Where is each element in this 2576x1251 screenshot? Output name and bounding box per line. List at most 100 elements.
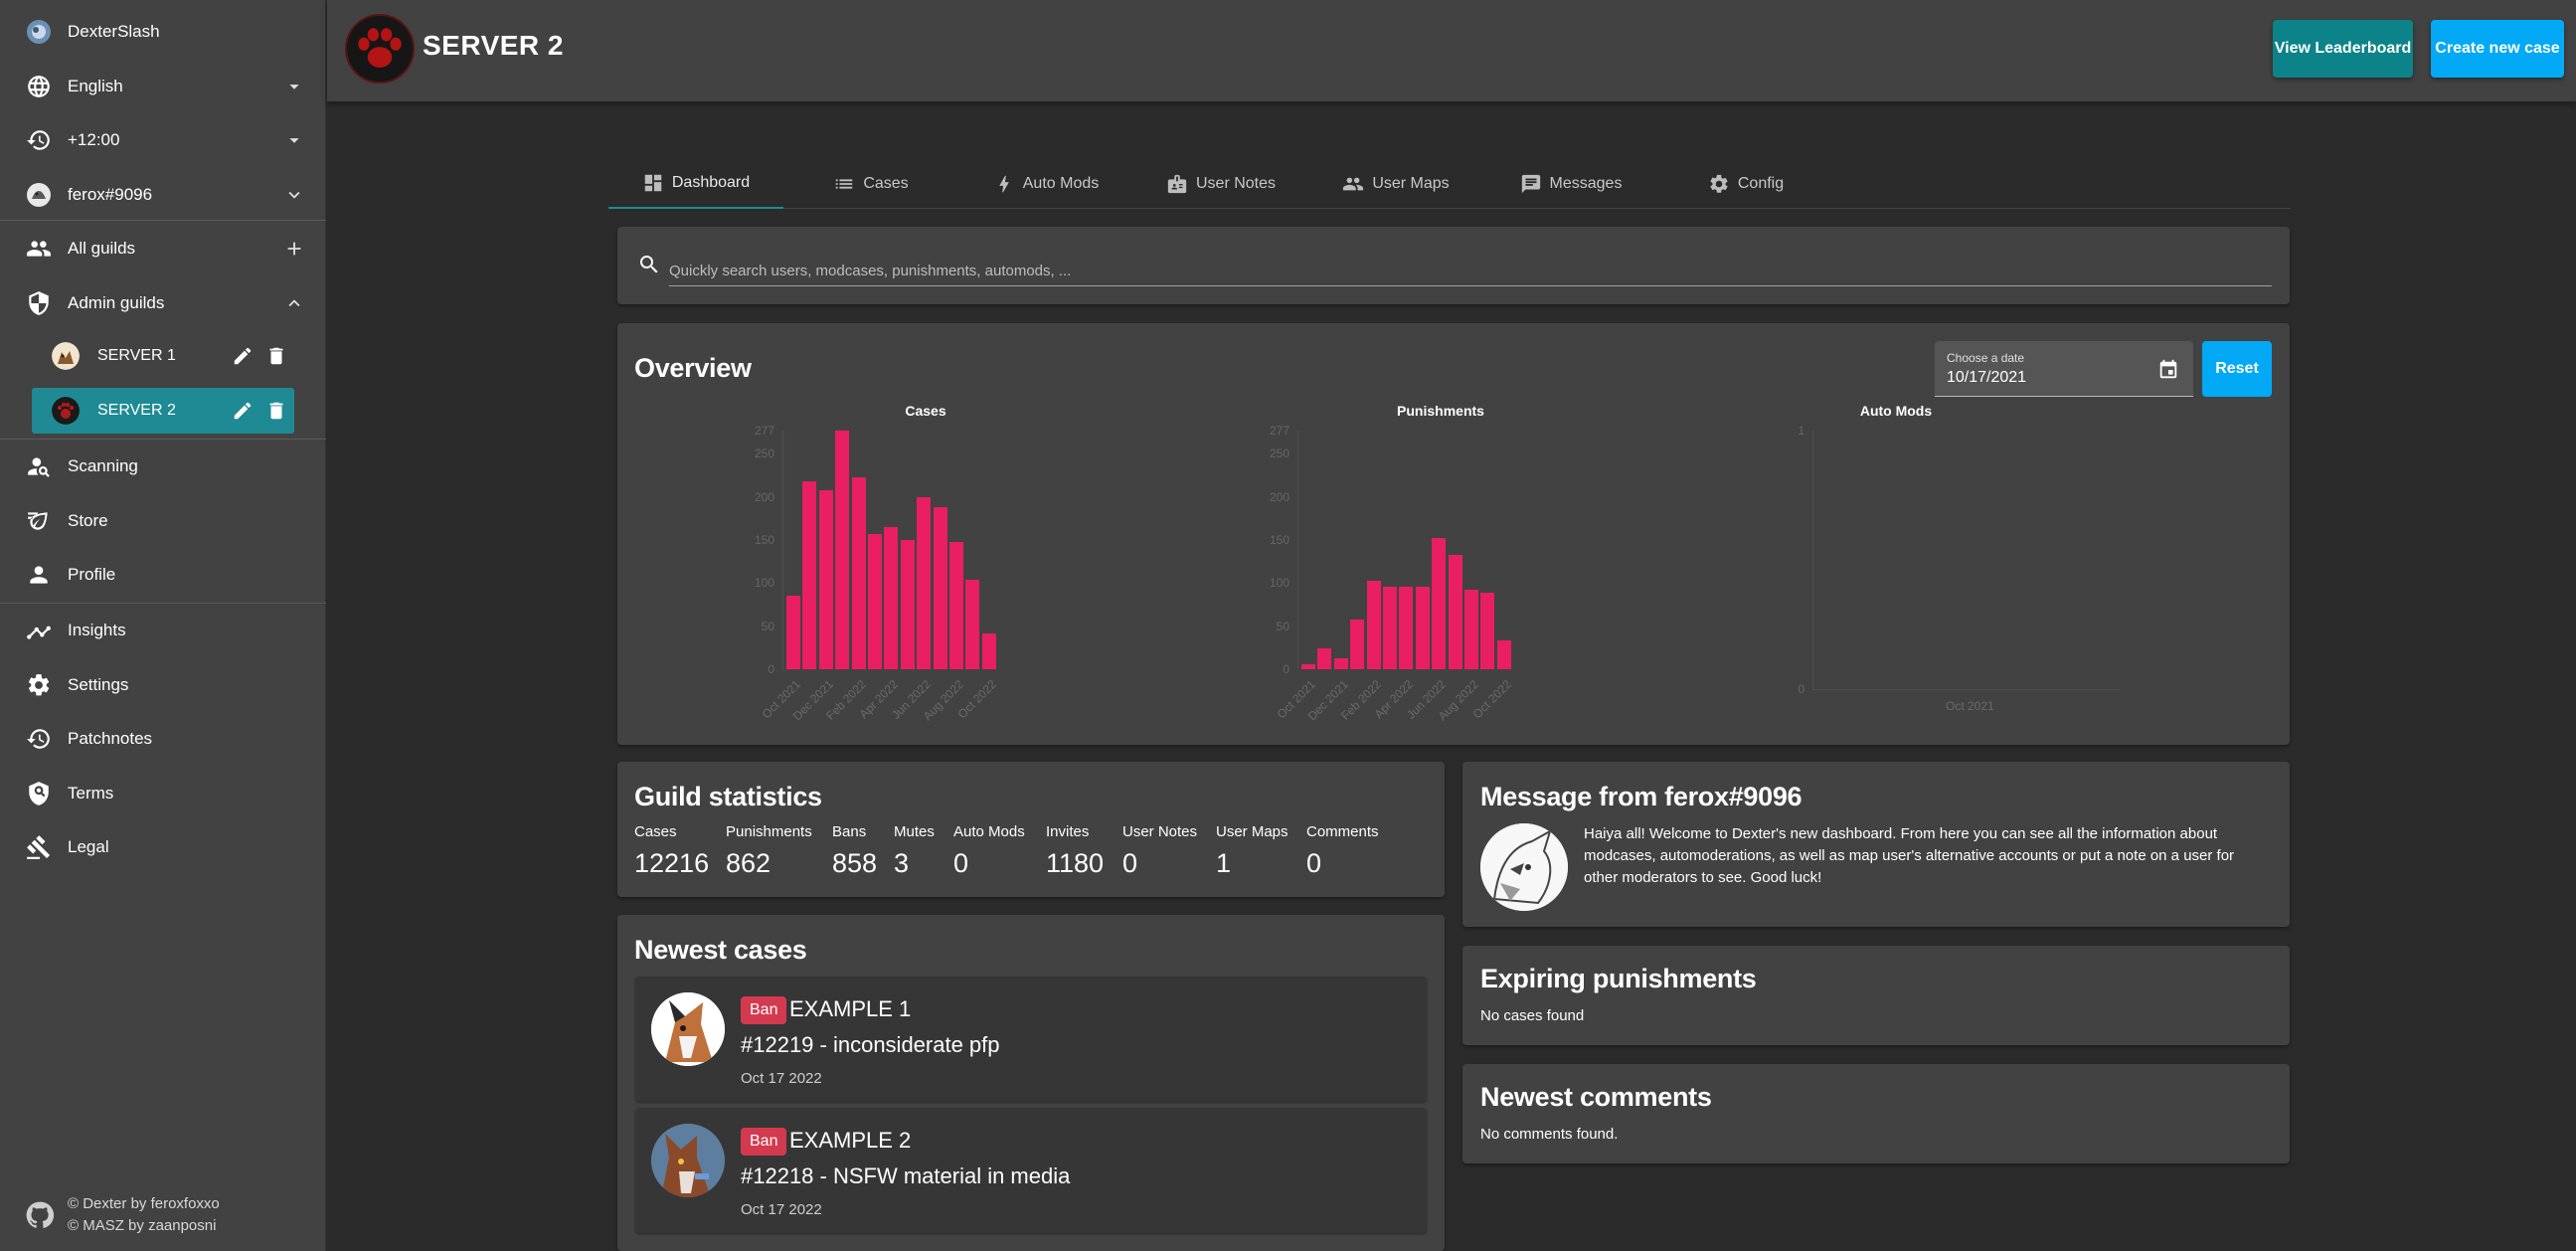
edit-icon[interactable] (231, 399, 255, 423)
sidebar-item-store[interactable]: Store (0, 493, 326, 548)
guild-item-server-2[interactable]: SERVER 2 (32, 388, 294, 434)
language-select[interactable]: English (0, 59, 326, 113)
tab-user-maps[interactable]: User Maps (1308, 159, 1483, 209)
chart-bar[interactable] (900, 540, 915, 669)
chart-bar[interactable] (818, 489, 833, 669)
y-tick-label: 250 (1269, 447, 1289, 461)
chart-bar[interactable] (884, 527, 899, 669)
x-tick-label: Oct 2021 (1946, 699, 1994, 713)
chart-bar[interactable] (1383, 586, 1397, 669)
stat-label: User Notes (1122, 823, 1198, 840)
tab-cases[interactable]: Cases (783, 159, 958, 209)
account-menu[interactable]: ferox#9096 (0, 167, 326, 222)
chart-bar[interactable] (851, 476, 866, 669)
github-icon[interactable] (26, 1201, 54, 1229)
tab-dashboard[interactable]: Dashboard (608, 159, 783, 209)
y-axis-line (1812, 431, 1813, 689)
tab-config[interactable]: Config (1658, 159, 1833, 209)
y-tick-label: 0 (768, 662, 774, 676)
chart-bar[interactable] (835, 431, 850, 669)
chart-bar[interactable] (1399, 586, 1414, 669)
stat-mutes: Mutes 3 (894, 823, 935, 879)
clock-history-icon (26, 127, 52, 153)
chart-bar[interactable] (933, 507, 947, 669)
chart-bar[interactable] (1350, 619, 1365, 669)
chart-bar[interactable] (802, 481, 817, 669)
chart-bar[interactable] (1464, 590, 1478, 669)
chart-bar[interactable] (1448, 554, 1462, 669)
sidebar-item-scanning[interactable]: Scanning (0, 439, 326, 493)
chart-bar[interactable] (949, 541, 963, 669)
case-title: #12218 - NSFW material in media (741, 1163, 1071, 1188)
server-avatar (345, 14, 415, 84)
sidebar-user[interactable]: DexterSlash (0, 4, 326, 59)
date-picker[interactable]: Choose a date 10/17/2021 (1935, 341, 2193, 397)
case-item[interactable]: Ban EXAMPLE 1 #12219 - inconsiderate pfp… (635, 977, 1427, 1102)
guild-name: SERVER 1 (97, 347, 176, 364)
y-tick-label: 277 (1269, 424, 1289, 438)
chart-bar[interactable] (1333, 657, 1348, 669)
chart-bar[interactable] (868, 533, 882, 669)
tab-auto-mods[interactable]: Auto Mods (958, 159, 1133, 209)
sidebar-item-settings[interactable]: Settings (0, 657, 326, 712)
create-case-button[interactable]: Create new case (2431, 20, 2564, 78)
search-icon (640, 256, 658, 273)
calendar-icon[interactable] (2157, 359, 2179, 381)
sidebar-item-insights[interactable]: Insights (0, 603, 326, 657)
case-item[interactable]: Ban EXAMPLE 2 #12218 - NSFW material in … (635, 1108, 1427, 1233)
tab-label: User Notes (1195, 175, 1277, 192)
message-author-avatar (1480, 823, 1568, 911)
language-value: English (68, 76, 123, 95)
y-tick-label: 150 (1269, 533, 1289, 548)
caret-down-icon (282, 128, 306, 152)
reset-button[interactable]: Reset (2202, 341, 2272, 397)
dashboard-icon (644, 174, 662, 192)
expiring-punishments-card: Expiring punishments No cases found (1462, 946, 2290, 1045)
sidebar-item-legal[interactable]: Legal (0, 819, 326, 874)
x-axis-line (1812, 689, 2121, 690)
gear-icon (26, 672, 52, 698)
tab-messages[interactable]: Messages (1483, 159, 1658, 209)
sidebar-item-terms[interactable]: Terms (0, 766, 326, 820)
sidebar-item-patchnotes[interactable]: Patchnotes (0, 711, 326, 766)
view-leaderboard-button[interactable]: View Leaderboard (2273, 20, 2413, 78)
y-axis-line (782, 431, 783, 669)
stat-bans: Bans 858 (832, 823, 877, 879)
chart-bar[interactable] (1301, 663, 1315, 669)
tab-user-notes[interactable]: User Notes (1133, 159, 1308, 209)
cases-chart: Cases 0 50 100 150 200 250 277 Oct 2021 Dec 2021 F… (677, 403, 1095, 745)
chart-bar[interactable] (1415, 586, 1430, 669)
stat-label: Invites (1046, 823, 1090, 840)
sidebar-item-all-guilds[interactable]: All guilds (0, 221, 326, 275)
sidebar-item-label: Profile (68, 564, 116, 584)
newest-cases-card: Newest cases Ban EXAMPLE 1 #12219 - inco… (617, 915, 1445, 1251)
stat-value: 12216 (634, 848, 710, 878)
chart-bar[interactable] (965, 579, 980, 669)
expiring-title: Expiring punishments (1480, 964, 1757, 993)
message-text: Haiya all! Welcome to Dexter's new dashb… (1584, 825, 2235, 886)
date-picker-value: 10/17/2021 (1947, 369, 2027, 386)
chart-bar[interactable] (1480, 592, 1495, 669)
chart-bar[interactable] (1317, 648, 1332, 669)
sidebar-item-label: Settings (68, 674, 129, 694)
chart-bar[interactable] (1496, 639, 1511, 669)
edit-icon[interactable] (231, 344, 255, 368)
chart-bar[interactable] (917, 496, 932, 669)
shield-search-icon (26, 781, 52, 806)
chart-bar[interactable] (981, 632, 996, 669)
chart-bar[interactable] (786, 596, 800, 669)
delete-icon[interactable] (264, 399, 288, 423)
delete-icon[interactable] (264, 344, 288, 368)
timezone-select[interactable]: +12:00 (0, 112, 326, 167)
timezone-value: +12:00 (68, 129, 120, 149)
chart-title: Auto Mods (1859, 403, 1933, 419)
sidebar-item-admin-guilds[interactable]: Admin guilds (0, 275, 326, 330)
sidebar-item-profile[interactable]: Profile (0, 547, 326, 602)
guild-item-server-1[interactable]: SERVER 1 (32, 333, 294, 379)
plus-icon[interactable] (282, 237, 306, 261)
search-input[interactable]: Quickly search users, modcases, punishme… (669, 257, 2272, 286)
sidebar-item-label: Scanning (68, 455, 138, 475)
chart-bar[interactable] (1366, 580, 1381, 669)
chart-bar[interactable] (1432, 538, 1447, 669)
y-tick-label: 100 (1269, 576, 1289, 591)
